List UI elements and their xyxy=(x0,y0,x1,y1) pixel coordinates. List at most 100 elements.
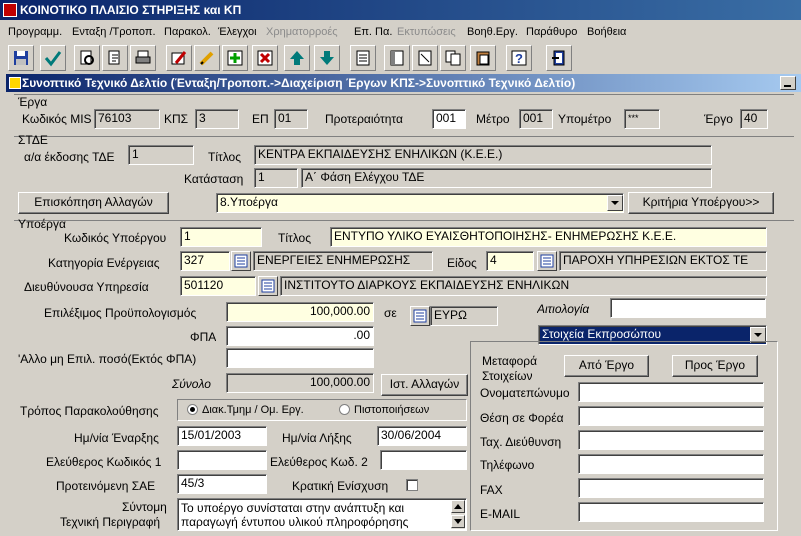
type-label: Είδος xyxy=(447,256,477,270)
name-field[interactable] xyxy=(578,382,764,402)
menu-monitoring[interactable]: Παρακολ. xyxy=(164,25,211,39)
menu-programming[interactable]: Προγραμμ. xyxy=(8,25,62,39)
child-window-title-bar[interactable]: Συνοπτικό Τεχνικό Δελτίο (Ένταξη/Τροποπ.… xyxy=(6,74,801,92)
exit-button[interactable] xyxy=(546,45,572,71)
kps-label: ΚΠΣ xyxy=(164,112,189,126)
start-date-label: Ημ/νία Έναρξης xyxy=(74,431,159,445)
currency-field[interactable]: ΕΥΡΩ xyxy=(430,306,498,326)
history-changes-button[interactable]: Ιστ. Αλλαγών xyxy=(381,374,468,396)
total-field[interactable]: 100,000.00 xyxy=(226,373,374,393)
submeasure-field[interactable]: *** xyxy=(624,109,660,129)
menu-helper-tasks[interactable]: Βοηθ.Εργ. xyxy=(467,25,518,39)
menu-cashflows[interactable]: Χρηματορροές xyxy=(266,25,338,39)
priority-field[interactable]: 001 xyxy=(432,109,466,129)
scroll-down-button[interactable] xyxy=(451,515,465,528)
paste-button[interactable] xyxy=(470,45,496,71)
subproject-title-label: Τίτλος xyxy=(278,231,312,245)
free-code1-field[interactable] xyxy=(177,450,267,470)
copy-button[interactable] xyxy=(440,45,466,71)
list-of-values-icon xyxy=(413,309,427,323)
service-lov-button[interactable] xyxy=(258,276,278,296)
toolbar: ? xyxy=(0,42,801,74)
document-button[interactable] xyxy=(412,45,438,71)
email-field[interactable] xyxy=(578,502,764,522)
menu-window[interactable]: Παράθυρο xyxy=(526,25,577,39)
service-text-field[interactable]: ΙΝΣΤΙΤΟΥΤΟ ΔΙΑΡΚΟΥΣ ΕΚΠΑΙΔΕΥΣΗΣ ΕΝΗΛΙΚΩΝ xyxy=(280,276,767,296)
type-text-field[interactable]: ΠΑΡΟΧΗ ΥΠΗΡΕΣΙΩΝ ΕΚΤΟΣ ΤΕ xyxy=(559,251,767,271)
subproject-code-field[interactable]: 1 xyxy=(180,227,262,247)
view-changes-button[interactable]: Επισκόπηση Αλλαγών xyxy=(18,192,169,214)
view-select-dropdown-icon[interactable] xyxy=(607,195,623,211)
issue-field[interactable]: 1 xyxy=(128,145,194,165)
menu-ep-pa[interactable]: Επ. Πα. xyxy=(354,25,392,39)
from-project-button[interactable]: Από Έργο xyxy=(564,355,649,377)
monitoring-option-certifications: Πιστοποιήσεων xyxy=(354,404,430,416)
monitoring-radio-certifications[interactable] xyxy=(339,404,350,415)
status-text-field[interactable]: Α΄ Φάση Ελέγχου ΤΔΕ xyxy=(301,168,712,188)
monitoring-radio-department[interactable] xyxy=(187,404,198,415)
justification-field[interactable] xyxy=(610,298,766,318)
description-scrollbar[interactable] xyxy=(451,500,465,529)
help-button[interactable]: ? xyxy=(506,45,532,71)
print-icon xyxy=(135,50,151,64)
previous-record-button[interactable] xyxy=(284,45,310,71)
insert-record-button[interactable] xyxy=(222,45,248,71)
print-button[interactable] xyxy=(130,45,156,71)
list-button[interactable] xyxy=(350,45,376,71)
menu-help[interactable]: Βοήθεια xyxy=(587,25,626,39)
subproject-criteria-button[interactable]: Κριτήρια Υποέργου>> xyxy=(628,192,774,214)
ep-field[interactable]: 01 xyxy=(274,109,308,129)
project-field[interactable]: 40 xyxy=(740,109,768,129)
address-field[interactable] xyxy=(578,430,764,450)
category-code-field[interactable]: 327 xyxy=(180,251,230,271)
sae-field[interactable]: 45/3 xyxy=(177,474,267,494)
measure-label: Μέτρο xyxy=(476,112,510,126)
free-code2-field[interactable] xyxy=(380,450,467,470)
free-code1-label: Ελεύθερος Κωδικός 1 xyxy=(46,455,162,469)
monitoring-option-department: Διακ.Τμημ / Ομ. Εργ. xyxy=(202,404,304,416)
description-textarea[interactable]: Το υποέργο συνίσταται στην ανάπτυξη και … xyxy=(177,498,467,531)
start-date-field[interactable]: 15/01/2003 xyxy=(177,426,267,446)
report-button[interactable] xyxy=(384,45,410,71)
view-select[interactable]: 8.Υποέργα xyxy=(216,193,624,213)
edit-record-button[interactable] xyxy=(194,45,220,71)
execute-query-button[interactable] xyxy=(102,45,128,71)
save-button[interactable] xyxy=(8,45,34,71)
tde-title-field[interactable]: ΚΕΝΤΡΑ ΕΚΠΑΙΔΕΥΣΗΣ ΕΝΗΛΙΚΩΝ (Κ.Ε.Ε.) xyxy=(254,145,712,165)
type-code-field[interactable]: 4 xyxy=(486,251,534,271)
budget-field[interactable]: 100,000.00 xyxy=(226,302,374,322)
delete-record-button[interactable] xyxy=(252,45,278,71)
type-lov-button[interactable] xyxy=(537,251,557,271)
kps-field[interactable]: 3 xyxy=(195,109,239,129)
save-icon xyxy=(14,51,28,65)
measure-field[interactable]: 001 xyxy=(519,109,553,129)
phone-field[interactable] xyxy=(578,454,764,474)
other-amount-field[interactable] xyxy=(226,348,374,368)
subproject-title-field[interactable]: ΕΝΤΥΠΟ ΥΛΙΚΟ ΕΥΑΙΣΘΗΤΟΠΟΙΗΣΗΣ- ΕΝΗΜΕΡΩΣΗ… xyxy=(330,227,767,247)
state-aid-checkbox[interactable] xyxy=(406,479,418,491)
currency-lov-button[interactable] xyxy=(410,306,430,326)
scroll-up-button[interactable] xyxy=(451,500,465,513)
execute-query-icon xyxy=(108,50,120,65)
edit-button[interactable] xyxy=(166,45,192,71)
menu-prints[interactable]: Εκτυπώσεις xyxy=(397,25,456,39)
mis-field[interactable]: 76103 xyxy=(94,109,160,129)
vat-field[interactable]: .00 xyxy=(226,326,374,346)
status-code-field[interactable]: 1 xyxy=(254,168,298,188)
query-button[interactable] xyxy=(74,45,100,71)
service-code-field[interactable]: 501120 xyxy=(180,276,256,296)
menu-inclusion[interactable]: Ενταξη /Τροποπ. xyxy=(72,25,156,39)
window-title-bar[interactable]: ΚΟΙΝΟΤΙΚΟ ΠΛΑΙΣΙΟ ΣΤΗΡΙΞΗΣ και ΚΠ xyxy=(0,0,801,20)
minimize-button[interactable] xyxy=(780,76,796,90)
menu-checks[interactable]: Έλεγχοι xyxy=(218,25,257,39)
exit-icon xyxy=(552,50,565,66)
category-lov-button[interactable] xyxy=(231,251,251,271)
commit-button[interactable] xyxy=(40,45,66,71)
end-date-field[interactable]: 30/06/2004 xyxy=(377,426,467,446)
next-record-button[interactable] xyxy=(314,45,340,71)
position-label: Θέση σε Φορέα xyxy=(480,411,564,425)
to-project-button[interactable]: Προς Έργο xyxy=(672,355,758,377)
category-text-field[interactable]: ΕΝΕΡΓΕΙΕΣ ΕΝΗΜΕΡΩΣΗΣ xyxy=(253,251,433,271)
fax-field[interactable] xyxy=(578,478,764,498)
position-field[interactable] xyxy=(578,406,764,426)
